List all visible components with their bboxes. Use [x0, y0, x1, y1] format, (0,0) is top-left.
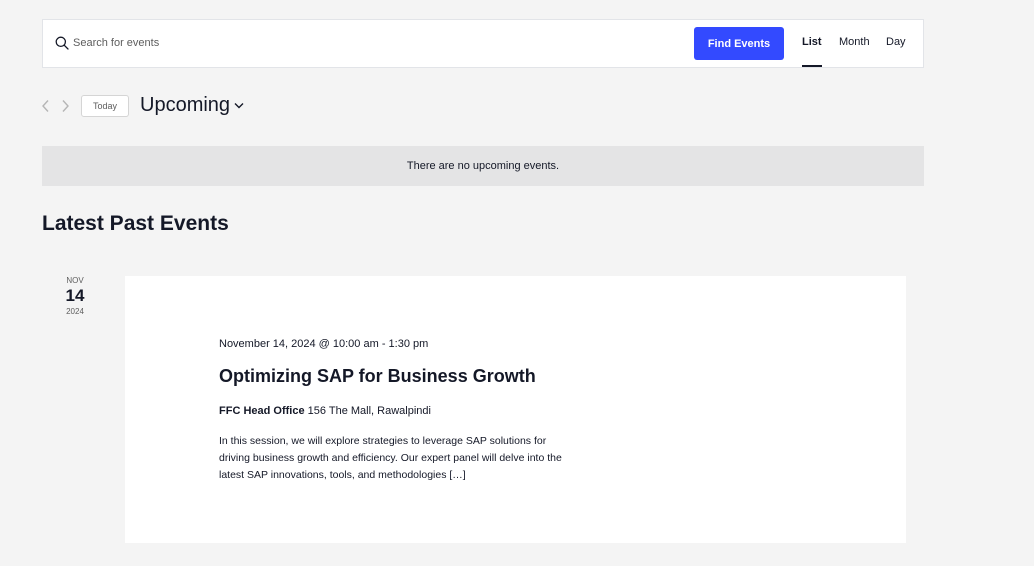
- tab-day[interactable]: Day: [886, 36, 906, 48]
- find-events-button[interactable]: Find Events: [694, 27, 784, 60]
- date-year: 2024: [66, 307, 84, 316]
- tab-month[interactable]: Month: [839, 36, 870, 48]
- tab-list[interactable]: List: [802, 36, 822, 48]
- venue-name: FFC Head Office: [219, 405, 305, 417]
- chevron-left-icon[interactable]: [40, 99, 52, 113]
- chevron-right-icon[interactable]: [59, 99, 71, 113]
- no-events-notice: There are no upcoming events.: [42, 146, 924, 186]
- event-venue: FFC Head Office 156 The Mall, Rawalpindi: [219, 405, 431, 417]
- chevron-down-icon: [234, 103, 244, 109]
- event-date-tag: NOV 14 2024: [60, 276, 90, 316]
- past-events-heading: Latest Past Events: [42, 212, 229, 235]
- event-description: In this session, we will explore strateg…: [219, 435, 562, 481]
- date-day: 14: [65, 286, 85, 305]
- venue-address: 156 The Mall, Rawalpindi: [307, 405, 431, 417]
- period-label: Upcoming: [140, 94, 231, 116]
- event-datetime: November 14, 2024 @ 10:00 am - 1:30 pm: [219, 338, 429, 350]
- event-title-link[interactable]: Optimizing SAP for Business Growth: [219, 366, 536, 387]
- events-page: Find Events List Month Day Today Upcomin…: [0, 0, 1034, 566]
- event-card: November 14, 2024 @ 10:00 am - 1:30 pm O…: [125, 276, 906, 543]
- period-selector[interactable]: Upcoming: [140, 94, 244, 117]
- search-icon: [55, 36, 69, 50]
- events-bar: Find Events List Month Day: [42, 19, 924, 68]
- search-input[interactable]: [73, 32, 673, 54]
- active-tab-indicator: [802, 65, 822, 67]
- today-button[interactable]: Today: [81, 95, 129, 117]
- date-month: NOV: [66, 276, 84, 285]
